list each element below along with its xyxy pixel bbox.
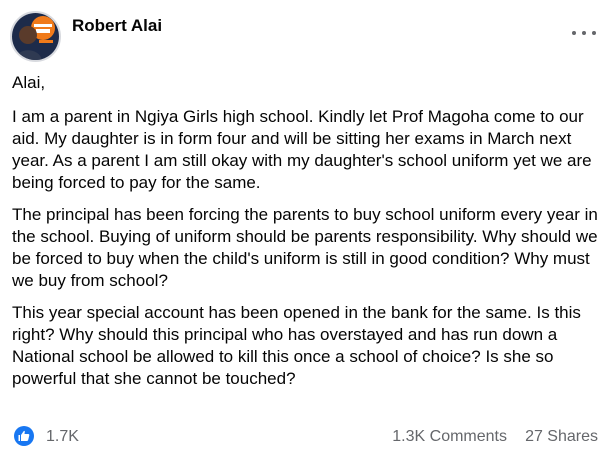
post-footer: 1.7K 1.3K Comments 27 Shares (0, 424, 612, 454)
thumbs-up-icon[interactable] (14, 426, 34, 446)
post-paragraph: This year special account has been opene… (12, 303, 581, 388)
more-dot (582, 31, 586, 35)
post-greeting: Alai, (12, 73, 46, 92)
shares-count-link[interactable]: 27 Shares (525, 427, 598, 447)
comments-count-link[interactable]: 1.3K Comments (392, 427, 507, 447)
more-dot (592, 31, 596, 35)
avatar-image (12, 13, 59, 60)
post-paragraph: I am a parent in Ngiya Girls high school… (12, 107, 592, 192)
post-paragraph: The principal has been forcing the paren… (12, 205, 598, 290)
post-body: Alai, I am a parent in Ngiya Girls high … (12, 72, 602, 400)
author-name[interactable]: Robert Alai (72, 16, 162, 36)
more-horizontal-icon (572, 31, 576, 35)
avatar[interactable] (10, 11, 61, 62)
more-options-button[interactable] (572, 24, 596, 42)
post-header: Robert Alai (0, 0, 612, 70)
reaction-count[interactable]: 1.7K (46, 427, 79, 447)
facebook-post: Robert Alai Alai, I am a parent in Ngiya… (0, 0, 612, 469)
thumbs-up-glyph (18, 430, 30, 441)
